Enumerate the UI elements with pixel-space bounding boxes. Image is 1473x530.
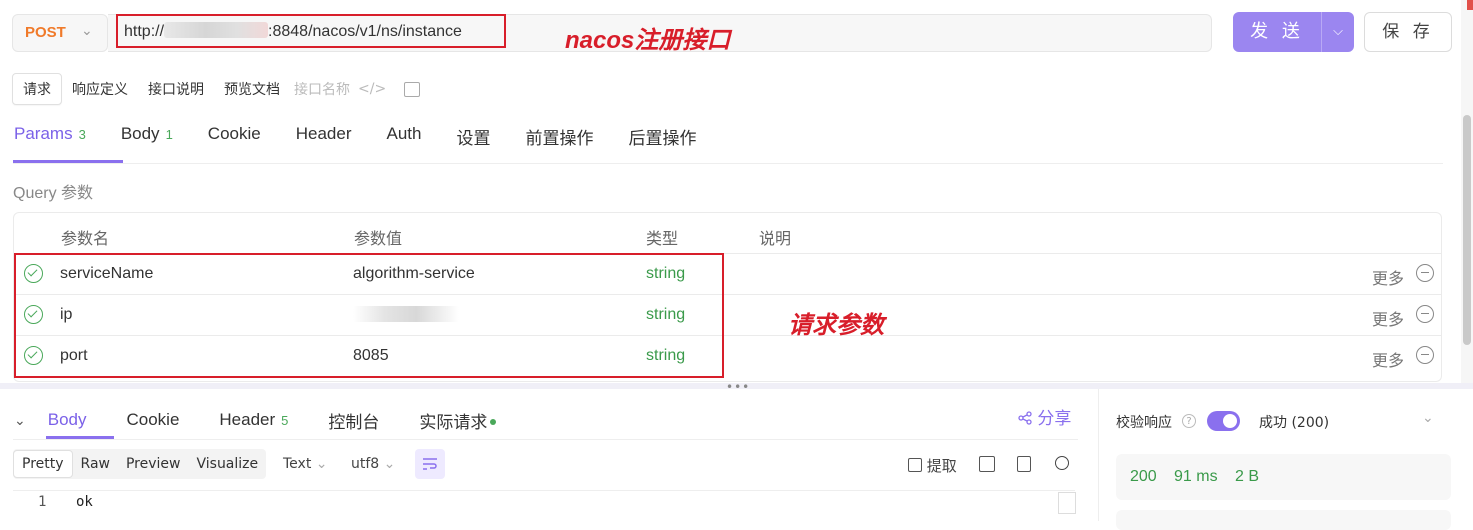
- url-highlight-box: [116, 14, 506, 48]
- method-label: POST: [25, 24, 66, 41]
- more-link[interactable]: 更多: [1372, 347, 1404, 371]
- line-number: 1: [38, 494, 47, 510]
- validation-status: 成功 (200): [1259, 415, 1330, 431]
- subtab-preview-doc[interactable]: 预览文档: [214, 74, 290, 104]
- header-param-type: 类型: [646, 231, 679, 248]
- chevron-down-icon[interactable]: ⌄: [1422, 410, 1434, 426]
- scrollbar-thumb[interactable]: [1463, 115, 1471, 345]
- response-size: 2 B: [1235, 468, 1260, 485]
- divider: [13, 163, 1443, 164]
- response-stats: 200 91 ms 2 B: [1116, 454, 1451, 500]
- more-link[interactable]: 更多: [1372, 265, 1404, 289]
- query-section-title: Query 参数: [13, 185, 94, 202]
- header-param-name: 参数名: [61, 231, 110, 248]
- tab-response-header[interactable]: Header 5: [219, 410, 288, 430]
- extract-button[interactable]: 提取: [908, 455, 957, 476]
- tab-response-cookie[interactable]: Cookie: [126, 410, 179, 430]
- chevron-down-icon: ⌵: [1333, 24, 1343, 39]
- save-button[interactable]: 保 存: [1364, 12, 1452, 52]
- url-annotation: nacos注册接口: [565, 27, 731, 54]
- validate-toggle[interactable]: [1207, 411, 1240, 431]
- tab-cookie[interactable]: Cookie: [208, 124, 261, 162]
- tab-body[interactable]: Body 1: [121, 124, 173, 162]
- remove-circle-icon[interactable]: [1416, 305, 1434, 323]
- send-button[interactable]: 发 送: [1233, 12, 1321, 52]
- format-preview[interactable]: Preview: [118, 451, 189, 477]
- header-param-desc: 说明: [759, 231, 792, 248]
- param-tabs: Params 3 Body 1 Cookie Header Auth 设置 前置操作…: [14, 124, 731, 162]
- more-link[interactable]: 更多: [1372, 306, 1404, 330]
- params-annotation: 请求参数: [788, 312, 884, 339]
- tab-auth[interactable]: Auth: [386, 124, 421, 162]
- header-param-value: 参数值: [354, 231, 403, 248]
- share-icon: [1018, 411, 1032, 425]
- tab-params[interactable]: Params 3: [14, 124, 86, 162]
- subtab-request[interactable]: 请求: [12, 73, 62, 105]
- editor-scrollbar[interactable]: [1058, 492, 1076, 514]
- copy-icon[interactable]: [1017, 456, 1031, 472]
- api-name-input[interactable]: 接口名称: [294, 79, 350, 99]
- format-pretty[interactable]: Pretty: [13, 450, 73, 478]
- remove-circle-icon[interactable]: [1416, 264, 1434, 282]
- status-dot: [490, 418, 497, 425]
- request-subtabs: 请求 响应定义 接口说明 预览文档 接口名称 </>: [12, 73, 421, 105]
- validate-response-label: 校验响应: [1116, 415, 1172, 431]
- tab-pre-ops[interactable]: 前置操作: [525, 124, 593, 162]
- tab-console[interactable]: 控制台: [328, 408, 379, 433]
- status-code: 200: [1130, 468, 1157, 485]
- params-highlight-box: [14, 253, 724, 378]
- tab-actual-request[interactable]: 实际请求: [419, 408, 497, 433]
- tab-header[interactable]: Header: [296, 124, 352, 162]
- chevron-down-icon: ⌄: [81, 23, 93, 39]
- download-icon[interactable]: [979, 456, 995, 472]
- format-switcher: Pretty Raw Preview Visualize: [13, 449, 267, 479]
- share-button[interactable]: 分享: [1018, 404, 1071, 429]
- wrap-toggle-button[interactable]: [415, 449, 445, 479]
- stats-panel-secondary: [1116, 510, 1451, 530]
- send-options-button[interactable]: ⌵: [1321, 12, 1354, 52]
- encoding-select[interactable]: utf8 ⌄: [351, 456, 395, 472]
- code-icon[interactable]: </>: [358, 81, 386, 97]
- response-tabs: ⌄ Body Cookie Header 5 控制台 实际请求: [14, 402, 536, 438]
- format-raw[interactable]: Raw: [73, 451, 118, 477]
- edge-marker: [1467, 0, 1473, 10]
- chevron-down-icon: ⌄: [315, 456, 328, 472]
- subtab-api-doc[interactable]: 接口说明: [138, 74, 214, 104]
- subtab-response-def[interactable]: 响应定义: [62, 74, 138, 104]
- tab-response-body[interactable]: Body: [48, 410, 87, 430]
- tab-settings[interactable]: 设置: [456, 124, 490, 162]
- format-visualize[interactable]: Visualize: [188, 451, 266, 477]
- tab-post-ops[interactable]: 后置操作: [628, 124, 696, 162]
- drag-handle-icon[interactable]: •••: [726, 380, 750, 394]
- chevron-down-icon: ⌄: [383, 456, 396, 472]
- help-icon[interactable]: ?: [1182, 414, 1196, 428]
- response-body-text[interactable]: ok: [76, 494, 93, 510]
- response-time: 91 ms: [1174, 468, 1218, 485]
- collapse-chevron-icon[interactable]: ⌄: [14, 412, 26, 429]
- response-editor[interactable]: [13, 490, 1075, 522]
- search-icon[interactable]: [1055, 456, 1069, 470]
- panel-toggle-icon[interactable]: [404, 81, 421, 97]
- remove-circle-icon[interactable]: [1416, 346, 1434, 364]
- extract-icon: [908, 458, 922, 472]
- wrap-lines-icon: [423, 458, 437, 470]
- type-select[interactable]: Text ⌄: [283, 456, 328, 472]
- divider: [13, 439, 1078, 440]
- method-select[interactable]: POST ⌄: [12, 14, 108, 52]
